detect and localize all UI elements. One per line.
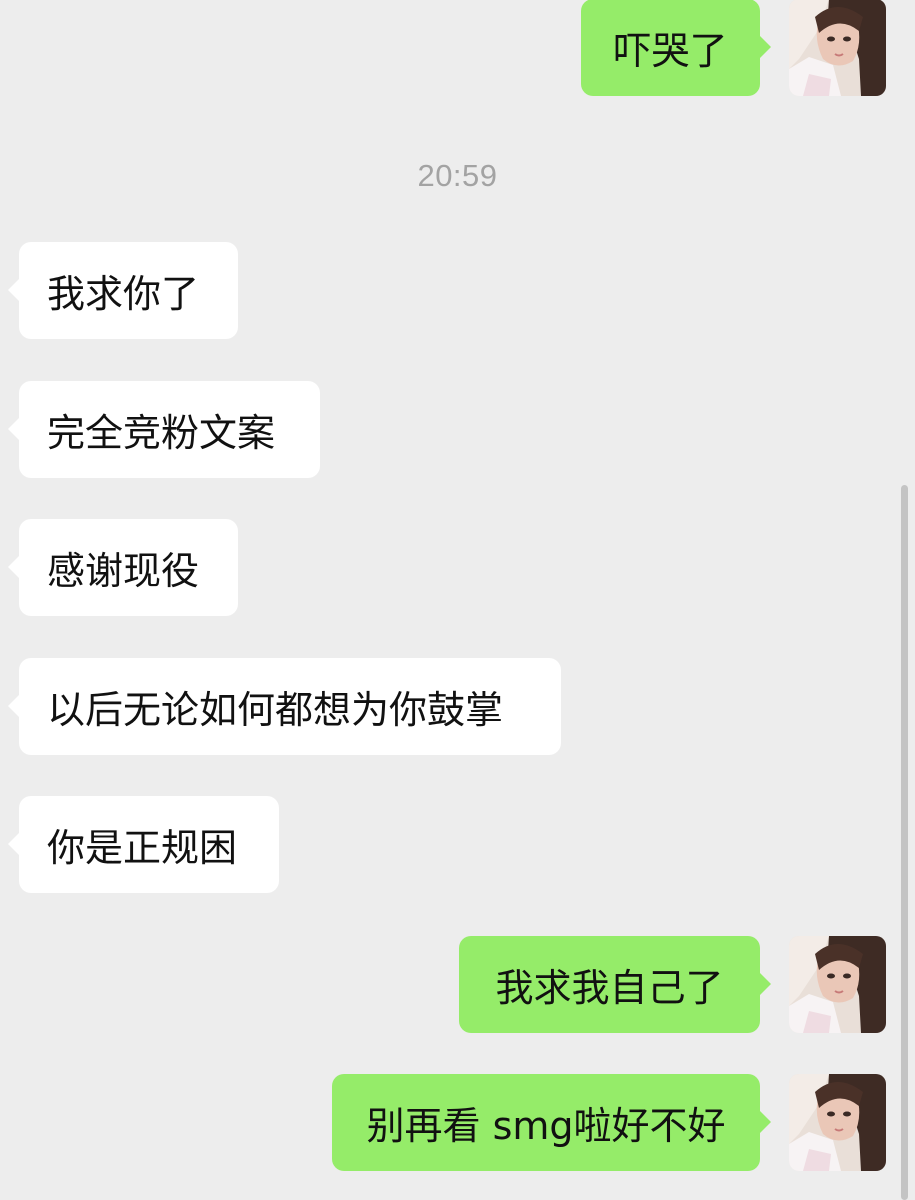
user-photo-avatar-icon xyxy=(789,0,886,96)
scrollbar[interactable] xyxy=(901,485,908,1200)
message-text: 吓哭了 xyxy=(613,29,728,73)
user-photo-avatar-icon xyxy=(789,1074,886,1171)
message-text: 我求你了 xyxy=(47,272,200,316)
message-bubble-incoming[interactable]: 感谢现役 xyxy=(8,519,238,616)
message-bubble-outgoing[interactable]: 我求我自己了 xyxy=(459,936,771,1033)
message-timestamp: 20:59 xyxy=(417,158,498,193)
message-bubble-incoming[interactable]: 完全竞粉文案 xyxy=(8,381,320,478)
message-bubble-incoming[interactable]: 我求你了 xyxy=(8,242,238,339)
avatar[interactable] xyxy=(789,1074,886,1171)
message-text: 完全竞粉文案 xyxy=(47,411,276,455)
chat-window: 吓哭了 20:59 我求你了 完全竞粉文案 感谢现役 以后无论如何都想为你鼓掌 … xyxy=(0,0,915,1200)
message-bubble-outgoing[interactable]: 别再看 smg啦好不好 xyxy=(332,1074,771,1171)
avatar[interactable] xyxy=(789,0,886,96)
message-bubble-incoming[interactable]: 你是正规困 xyxy=(8,796,279,893)
avatar[interactable] xyxy=(789,936,886,1033)
message-text: 以后无论如何都想为你鼓掌 xyxy=(47,688,504,732)
message-bubble-outgoing[interactable]: 吓哭了 xyxy=(581,0,771,96)
message-bubble-incoming[interactable]: 以后无论如何都想为你鼓掌 xyxy=(8,658,561,755)
message-text: 你是正规困 xyxy=(47,826,238,870)
message-text: 我求我自己了 xyxy=(495,966,724,1010)
user-photo-avatar-icon xyxy=(789,936,886,1033)
message-text: 别再看 smg啦好不好 xyxy=(366,1104,726,1148)
message-text: 感谢现役 xyxy=(47,549,200,593)
